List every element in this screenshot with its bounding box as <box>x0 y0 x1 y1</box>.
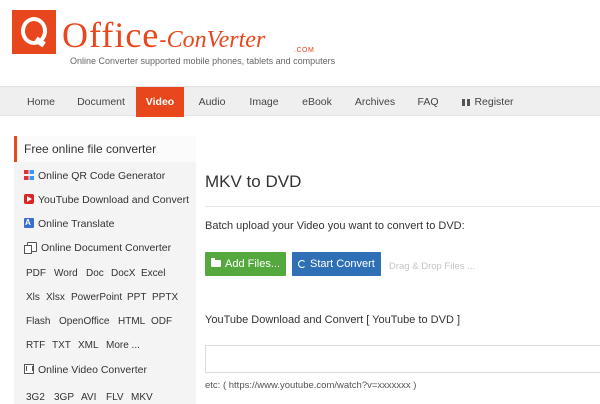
nav-ebook[interactable]: eBook <box>290 87 344 117</box>
main-nav: Home Document Video Audio Image eBook Ar… <box>0 86 600 117</box>
format-link[interactable]: FLV <box>106 392 124 403</box>
format-link[interactable]: AVI <box>81 392 96 403</box>
logo-office-text: Office <box>62 15 160 55</box>
format-link[interactable]: Xls <box>26 292 40 303</box>
sidebar-link-video[interactable]: Online Video Converter <box>24 361 147 379</box>
tagline: Online Converter supported mobile phones… <box>70 56 336 66</box>
upload-label: Batch upload your Video you want to conv… <box>205 220 465 232</box>
youtube-url-input[interactable] <box>205 345 600 373</box>
logo-com-text: .COM <box>294 47 315 54</box>
nav-video[interactable]: Video <box>136 87 184 117</box>
format-link[interactable]: Flash <box>26 316 50 327</box>
sidebar-link-label: Online Translate <box>38 218 115 230</box>
sidebar-link-label: Online QR Code Generator <box>38 170 166 182</box>
nav-audio[interactable]: Audio <box>186 87 238 117</box>
sidebar-link-label: YouTube Download and Convert <box>38 194 189 206</box>
gift-icon <box>462 97 471 106</box>
sidebar-link-label: Online Document Converter <box>41 242 172 254</box>
nav-register-label: Register <box>474 96 514 108</box>
nav-faq[interactable]: FAQ <box>406 87 450 117</box>
sidebar-link-document[interactable]: Online Document Converter <box>24 239 171 257</box>
format-link[interactable]: OpenOffice <box>59 316 109 327</box>
site-header: Office-ConVerter .COM Online Converter s… <box>0 0 600 84</box>
youtube-url-hint: etc: ( https://www.youtube.com/watch?v=x… <box>205 380 417 391</box>
logo-wordmark[interactable]: Office-ConVerter .COM <box>62 15 314 55</box>
format-link[interactable]: TXT <box>52 340 71 351</box>
format-link[interactable]: PDF <box>26 268 46 279</box>
format-link[interactable]: DocX <box>111 268 135 279</box>
qr-code-icon <box>24 170 34 180</box>
sidebar-link-translate[interactable]: Online Translate <box>24 214 115 233</box>
folder-icon <box>211 258 221 267</box>
start-convert-label: Start Convert <box>310 258 375 270</box>
format-link[interactable]: XML <box>78 340 99 351</box>
logo-dash-text: - <box>159 27 167 52</box>
format-link[interactable]: 3GP <box>54 392 74 403</box>
youtube-icon <box>24 194 34 204</box>
logo-icon[interactable] <box>12 10 56 54</box>
format-link[interactable]: PPT <box>127 292 146 303</box>
sidebar-title: Free online file converter <box>14 136 196 162</box>
nav-register[interactable]: Register <box>456 87 520 117</box>
sidebar-link-label: Online Video Converter <box>38 364 147 376</box>
nav-document[interactable]: Document <box>67 87 135 117</box>
format-link[interactable]: Excel <box>141 268 165 279</box>
video-icon <box>24 364 34 374</box>
nav-archives[interactable]: Archives <box>346 87 404 117</box>
refresh-icon <box>298 260 306 268</box>
format-link[interactable]: 3G2 <box>26 392 45 403</box>
format-link[interactable]: Xlsx <box>46 292 65 303</box>
format-link[interactable]: PPTX <box>152 292 178 303</box>
sidebar: Free online file converter Online QR Cod… <box>14 136 196 404</box>
page-title: MKV to DVD <box>205 172 302 191</box>
format-link[interactable]: ODF <box>151 316 172 327</box>
add-files-button[interactable]: Add Files... <box>205 252 286 276</box>
add-files-label: Add Files... <box>225 258 281 270</box>
nav-home[interactable]: Home <box>15 87 67 117</box>
sidebar-link-youtube[interactable]: YouTube Download and Convert <box>24 191 189 209</box>
format-link[interactable]: Doc <box>86 268 104 279</box>
logo-converter-text: ConVerter <box>166 27 266 53</box>
format-link[interactable]: MKV <box>131 392 153 403</box>
translate-icon <box>24 214 34 232</box>
nav-image[interactable]: Image <box>238 87 290 117</box>
drag-drop-zone[interactable]: Drag & Drop Files ... <box>389 261 475 272</box>
divider <box>205 206 600 207</box>
format-link[interactable]: HTML <box>118 316 145 327</box>
format-link[interactable]: RTF <box>26 340 45 351</box>
youtube-convert-label: YouTube Download and Convert [ YouTube t… <box>205 314 461 326</box>
format-link-more[interactable]: More ... <box>106 340 140 351</box>
document-icon <box>24 242 37 254</box>
sidebar-link-qr[interactable]: Online QR Code Generator <box>24 167 165 185</box>
format-link[interactable]: Word <box>54 268 78 279</box>
format-link[interactable]: PowerPoint <box>71 292 122 303</box>
start-convert-button[interactable]: Start Convert <box>292 252 381 276</box>
